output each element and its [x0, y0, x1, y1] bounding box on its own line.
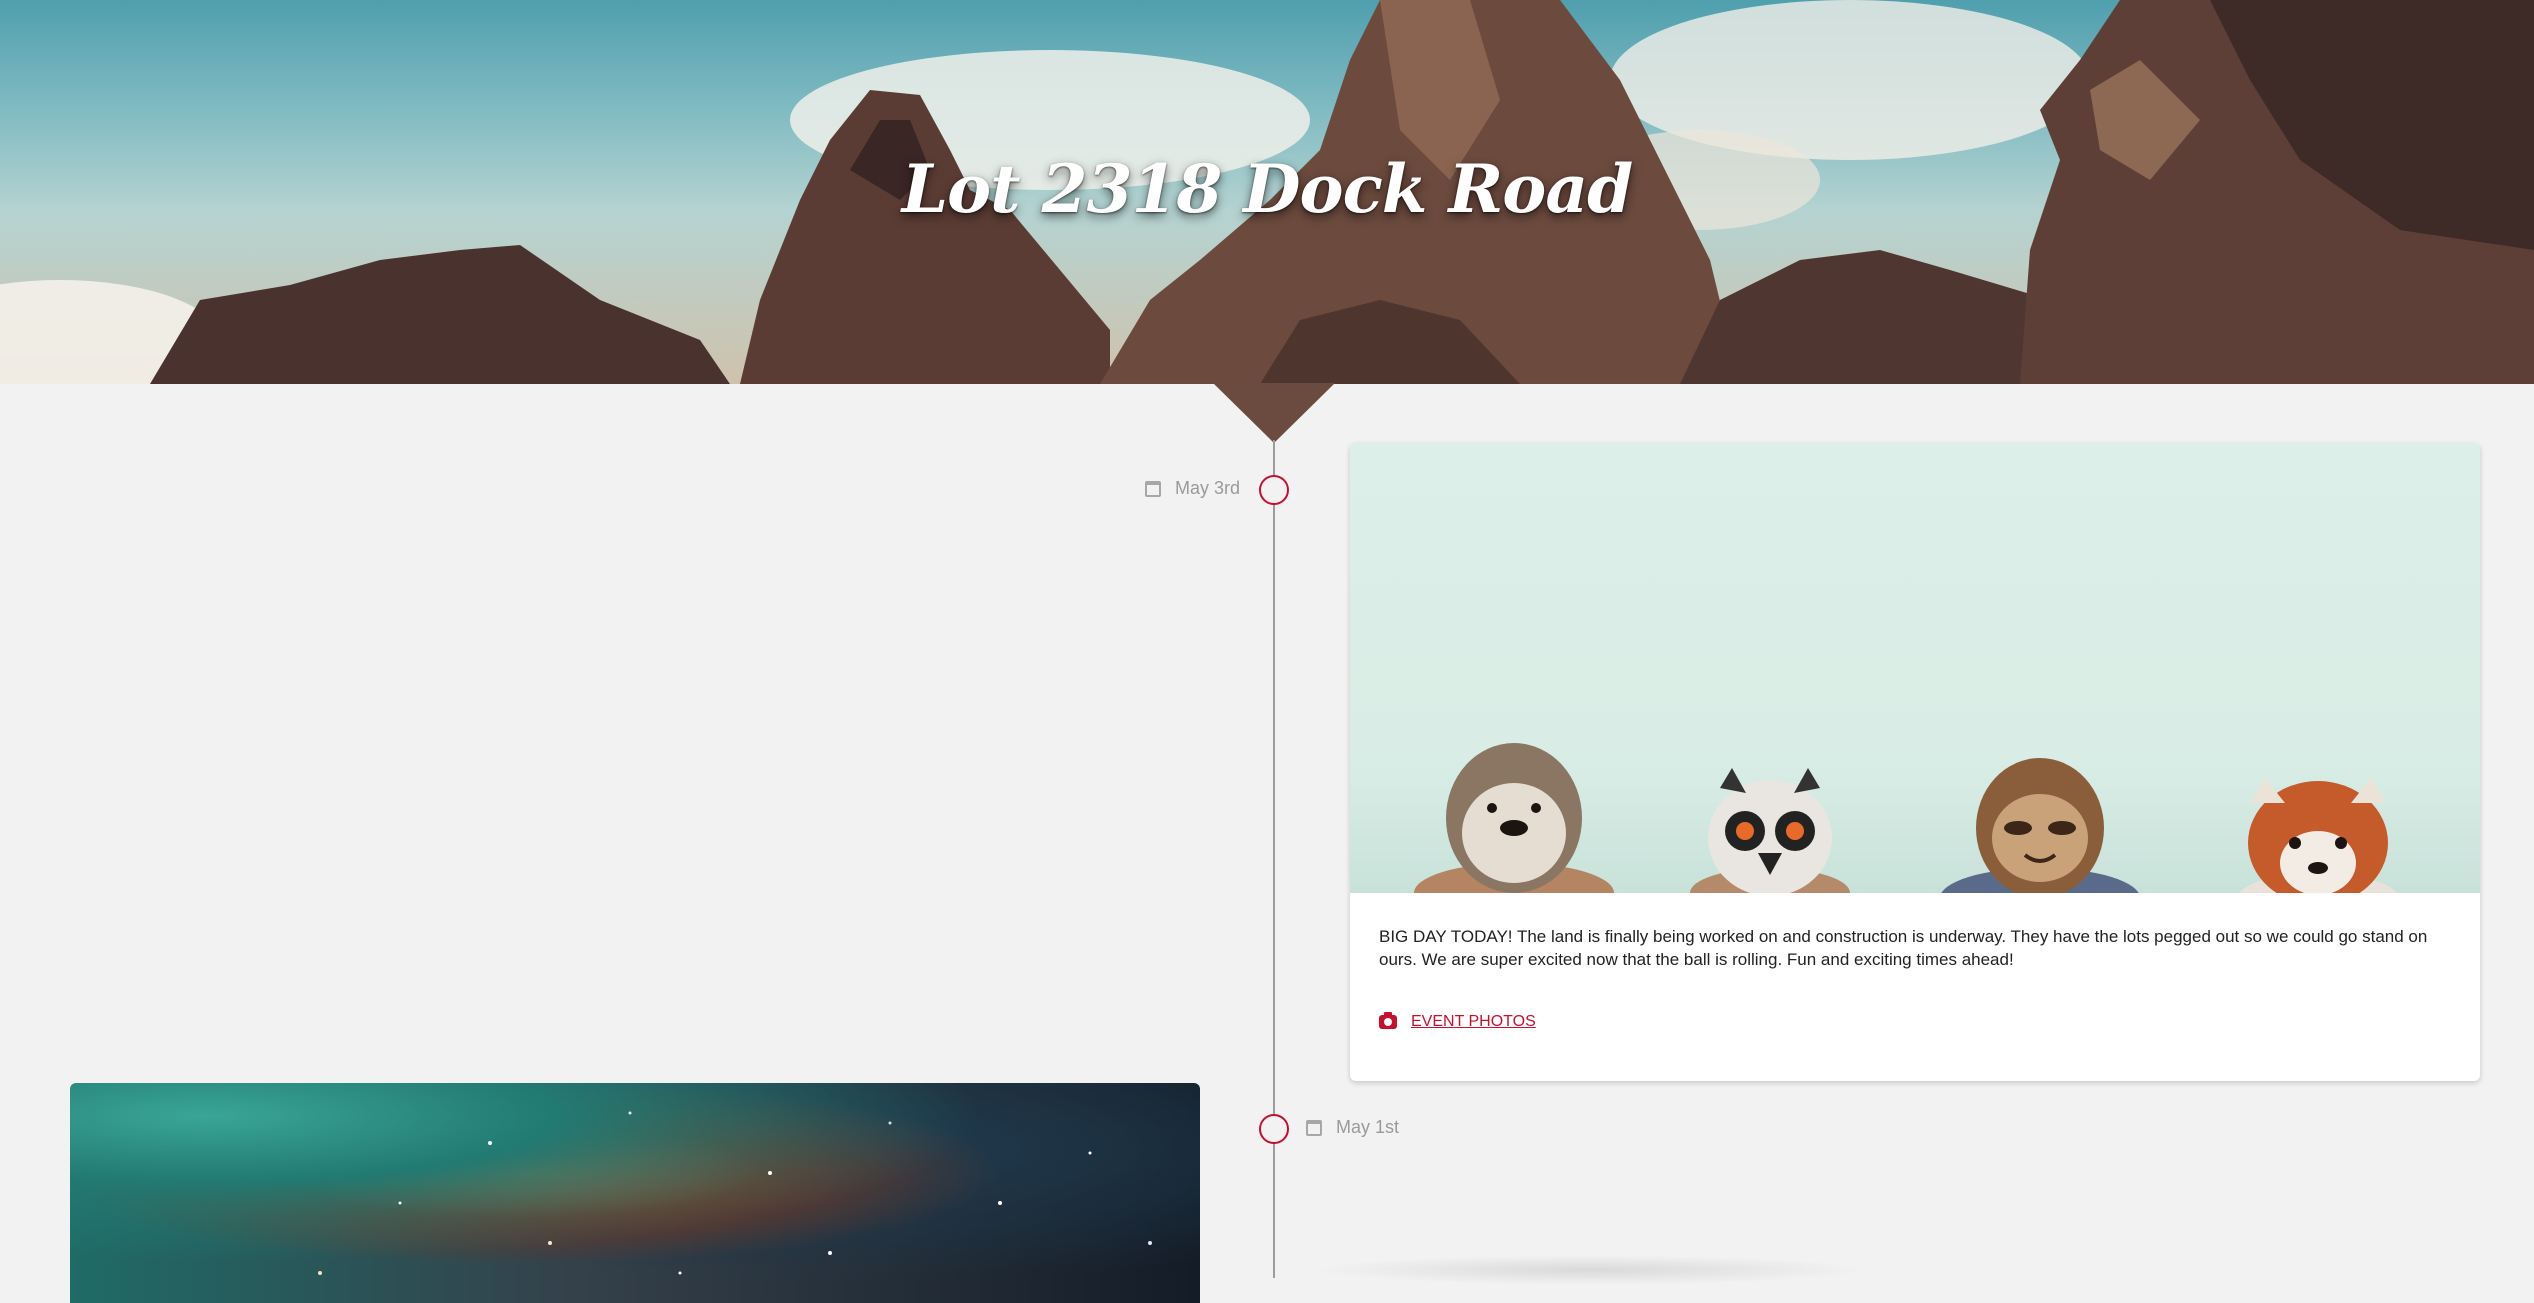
timeline-card-nebula-image	[70, 1083, 1200, 1303]
timeline-node	[1259, 1114, 1289, 1144]
timeline-node	[1259, 475, 1289, 505]
animals-illustration	[1414, 743, 2397, 893]
hero-header: Lot 2318 Dock Road	[0, 0, 2534, 384]
timeline-date-may-1st: May 1st	[1306, 1117, 1399, 1138]
nebula-image	[318, 1111, 1152, 1275]
event-photos-link[interactable]: EVENT PHOTOS	[1379, 1012, 1536, 1031]
calendar-icon	[1145, 480, 1161, 497]
card-image-animals	[1350, 443, 2480, 893]
card-shadow	[1310, 1255, 1870, 1285]
card-description: BIG DAY TODAY! The land is finally being…	[1379, 927, 2428, 969]
header-pointer	[1213, 383, 1335, 443]
timeline-line	[1273, 440, 1275, 1278]
camera-icon	[1379, 1012, 1397, 1029]
timeline-date-may-3rd: May 3rd	[1145, 478, 1240, 499]
event-photos-label: EVENT PHOTOS	[1411, 1013, 1536, 1030]
page-title: Lot 2318 Dock Road	[901, 150, 1634, 228]
timeline-card: BIG DAY TODAY! The land is finally being…	[1350, 443, 2480, 1081]
date-label: May 3rd	[1175, 478, 1241, 498]
calendar-icon	[1306, 1119, 1322, 1136]
date-label: May 1st	[1336, 1117, 1400, 1137]
